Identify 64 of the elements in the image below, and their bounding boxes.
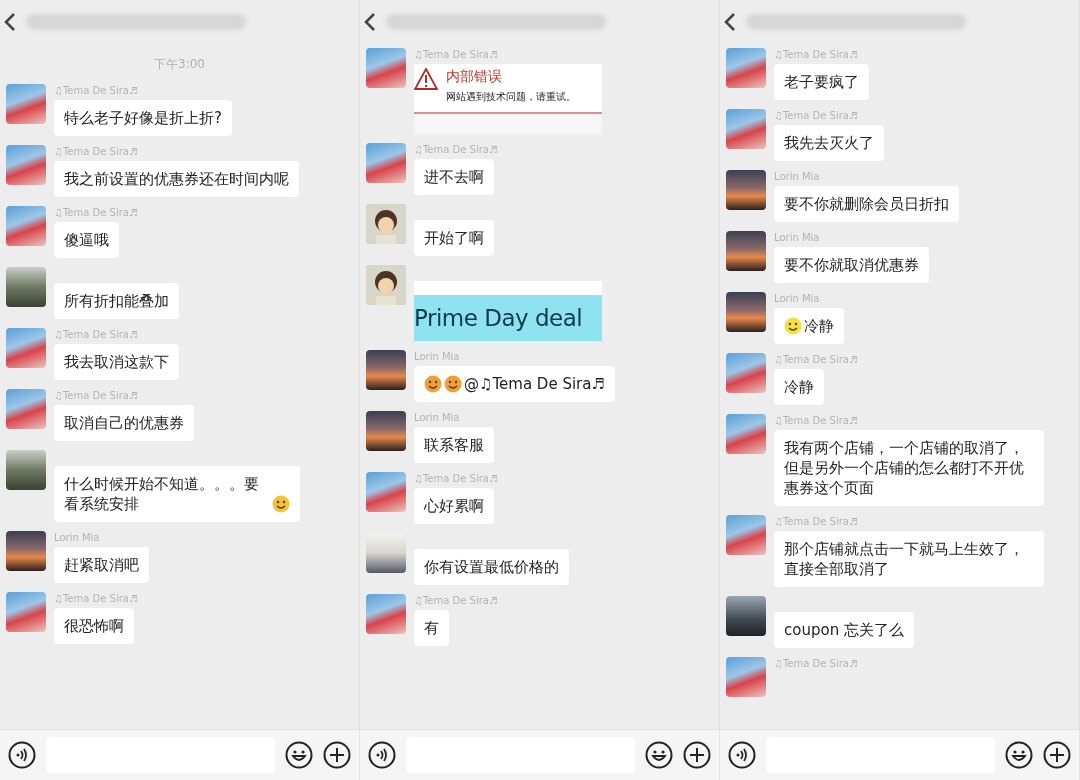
sender-name: Lorin Mia [414,411,460,424]
back-icon[interactable] [724,12,736,32]
message-text: 你有设置最低价格的 [424,557,559,577]
message-text: 冷静 [804,316,834,336]
avatar-silhouette[interactable] [366,204,406,244]
timestamp: 下午3:00 [154,56,205,73]
emoji-icon [272,495,290,513]
message-text: 很恐怖啊 [64,616,124,636]
message-text: 那个店铺就点击一下就马上生效了，直接全部取消了 [784,539,1025,579]
emoji-icon [784,317,802,335]
message-text: 什么时候开始不知道。。。要看系统安排 [64,474,260,514]
warning-icon [414,68,438,90]
avatar-photo-placeholder[interactable] [6,531,46,571]
message-text: 我先去灭火了 [784,133,874,153]
message-text: @♫Tema De Sira♬ [464,374,605,394]
voice-icon[interactable] [728,741,756,769]
back-icon[interactable] [364,12,376,32]
voice-icon[interactable] [8,741,36,769]
emoji-icon[interactable] [1005,741,1033,769]
back-icon[interactable] [4,12,16,32]
message-text: 取消自己的优惠券 [64,413,184,433]
message-text: coupon 忘关了么 [784,620,904,640]
avatar-silhouette[interactable] [366,265,406,305]
banner-text: Prime Day deal [414,305,583,331]
message-text: 特么老子好像是折上折? [64,108,222,128]
message-text: 傻逼哦 [64,230,109,250]
message-text: 冷静 [784,377,814,397]
avatar-photo-placeholder[interactable] [726,596,766,636]
avatar-photo-placeholder[interactable] [6,450,46,490]
message-text: 赶紧取消吧 [64,555,139,575]
message-text: 我去取消这款下 [64,352,169,372]
emoji-icon [424,375,442,393]
avatar-photo-placeholder[interactable] [6,267,46,307]
message-text: 所有折扣能叠加 [64,291,169,311]
message-text: 心好累啊 [424,496,484,516]
avatar-photo-placeholder[interactable] [726,292,766,332]
avatar-photo-placeholder[interactable] [366,350,406,390]
avatar-photo-placeholder[interactable] [726,231,766,271]
sender-name: Lorin Mia [774,292,820,305]
plus-icon[interactable] [683,741,711,769]
plus-icon[interactable] [1043,741,1071,769]
sender-name: Lorin Mia [414,350,460,363]
message-text: 联系客服 [424,435,484,455]
voice-icon[interactable] [368,741,396,769]
avatar-photo-placeholder[interactable] [366,533,406,573]
sender-name: Lorin Mia [54,531,100,544]
sender-name: Lorin Mia [774,170,820,183]
message-text: 我有两个店铺，一个店铺的取消了，但是另外一个店铺的怎么都打不开优惠券这个页面 [784,438,1025,498]
message-text: 我之前设置的优惠券还在时间内呢 [64,169,289,189]
emoji-icon[interactable] [645,741,673,769]
message-text: 要不你就取消优惠券 [784,255,919,275]
error-message: 网站遇到技术问题，请重试。 [446,90,576,104]
avatar-photo-placeholder[interactable] [366,411,406,451]
message-text: 要不你就删除会员日折扣 [784,194,949,214]
message-text: 老子要疯了 [784,72,859,92]
message-text: 进不去啊 [424,167,484,187]
plus-icon[interactable] [323,741,351,769]
sender-name: Lorin Mia [774,231,820,244]
emoji-icon [444,375,462,393]
emoji-icon[interactable] [285,741,313,769]
error-title: 内部错误 [446,68,503,86]
message-text: 有 [424,618,439,638]
avatar-photo-placeholder[interactable] [726,170,766,210]
message-text: 开始了啊 [424,228,484,248]
